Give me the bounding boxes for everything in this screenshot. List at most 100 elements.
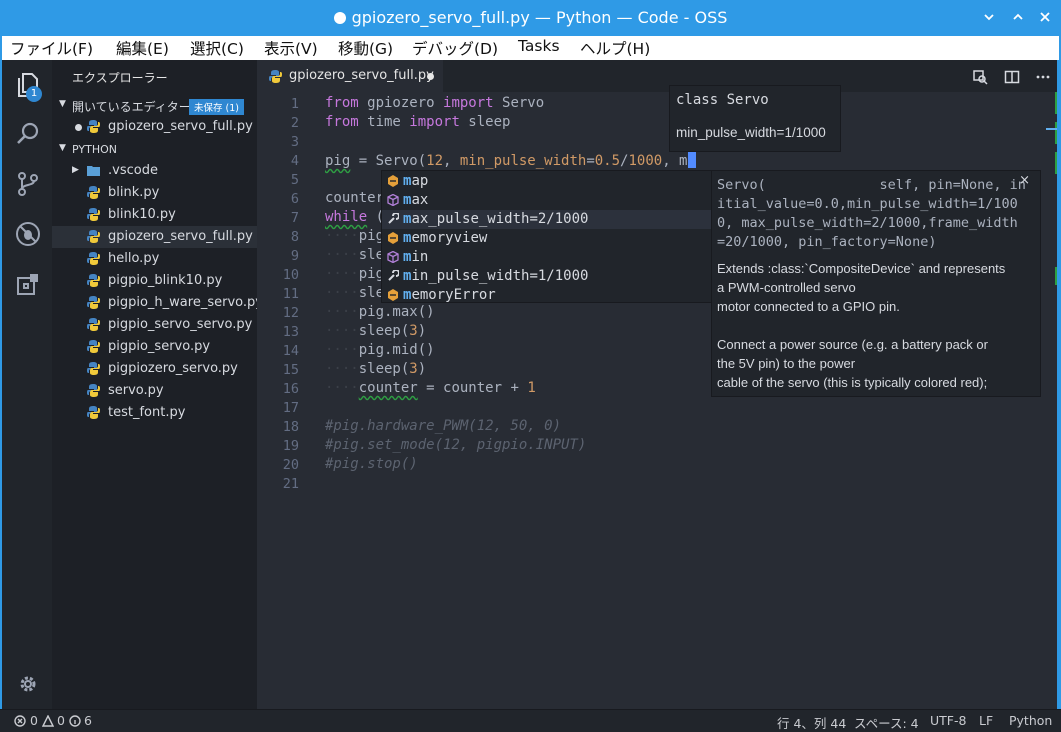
- end-of-line[interactable]: LF: [979, 713, 993, 728]
- menu-edit[interactable]: 編集(E): [116, 37, 169, 59]
- line-number: 1: [290, 96, 299, 112]
- line-number: 7: [290, 210, 299, 226]
- hover-tooltip: class Servo min_pulse_width=1/1000: [669, 85, 841, 152]
- unsaved-dot-icon[interactable]: [427, 73, 434, 80]
- suggestion-item[interactable]: max: [382, 191, 711, 210]
- error-count[interactable]: 0: [30, 713, 38, 728]
- suggestion-item[interactable]: min: [382, 248, 711, 267]
- open-editor-item[interactable]: gpiozero_servo_full.py: [52, 116, 257, 138]
- code-line: ····pig: [325, 228, 385, 244]
- folder-python-section[interactable]: ▼ PYTHON: [52, 138, 257, 160]
- suggestion-item[interactable]: memoryview: [382, 229, 711, 248]
- function-icon: [388, 175, 398, 187]
- language-mode[interactable]: Python: [1009, 713, 1052, 728]
- suggestion-item[interactable]: map: [382, 172, 711, 191]
- extensions-icon[interactable]: [14, 270, 42, 298]
- source-control-icon[interactable]: [14, 170, 42, 198]
- menu-debug[interactable]: デバッグ(D): [412, 37, 498, 59]
- info-icon[interactable]: [69, 715, 81, 727]
- menu-selection[interactable]: 選択(C): [190, 37, 244, 59]
- file-item[interactable]: pigpio_servo_servo.py: [52, 314, 257, 336]
- line-number: 6: [290, 191, 299, 207]
- warning-icon[interactable]: [42, 715, 54, 727]
- line-number: 19: [282, 438, 299, 454]
- minimize-icon[interactable]: [982, 10, 996, 24]
- line-number: 9: [290, 248, 299, 264]
- open-changes-icon[interactable]: [972, 69, 988, 85]
- file-item[interactable]: blink10.py: [52, 204, 257, 226]
- file-item[interactable]: pigpio_servo.py: [52, 336, 257, 358]
- code-line: ····pig.max(): [325, 304, 435, 320]
- suggestion-item[interactable]: min_pulse_width=1/1000: [382, 267, 711, 286]
- tab-gpiozero-servo-full[interactable]: gpiozero_servo_full.py: [257, 60, 443, 92]
- line-number: 21: [282, 476, 299, 492]
- info-count[interactable]: 6: [84, 713, 92, 728]
- python-file-icon: [87, 230, 100, 243]
- code-line: ····pig: [325, 266, 385, 282]
- code-line: ····counter = counter + 1: [325, 380, 536, 396]
- code-line: ····sleep(3): [325, 361, 427, 377]
- code-line: while (: [325, 209, 385, 225]
- split-editor-icon[interactable]: [1004, 69, 1020, 85]
- file-item[interactable]: test_font.py: [52, 402, 257, 424]
- file-item[interactable]: blink.py: [52, 182, 257, 204]
- line-number: 2: [290, 115, 299, 131]
- python-file-icon: [87, 296, 100, 309]
- menu-help[interactable]: ヘルプ(H): [580, 37, 650, 59]
- close-window-icon[interactable]: [1038, 10, 1052, 24]
- cursor-position[interactable]: 行 4、列 44: [777, 713, 846, 732]
- wrench-icon: [388, 270, 399, 281]
- file-item[interactable]: pigpiozero_servo.py: [52, 358, 257, 380]
- code-line: from gpiozero import Servo: [325, 95, 545, 111]
- menu-file[interactable]: ファイル(F): [10, 37, 93, 59]
- close-icon[interactable]: ×: [1019, 173, 1030, 188]
- line-number: 4: [290, 153, 299, 169]
- search-icon[interactable]: [14, 120, 42, 148]
- line-number: 10: [282, 267, 299, 283]
- maximize-icon[interactable]: [1011, 10, 1025, 24]
- code-line: counter: [325, 190, 385, 206]
- menu-tasks[interactable]: Tasks: [518, 37, 560, 55]
- settings-gear-icon[interactable]: [14, 670, 42, 698]
- file-item[interactable]: gpiozero_servo_full.py: [52, 226, 257, 248]
- window-border: [1057, 60, 1061, 709]
- encoding[interactable]: UTF-8: [930, 713, 966, 728]
- suggestion-item[interactable]: memoryError: [382, 286, 711, 305]
- line-number: 11: [282, 286, 299, 302]
- line-number: 13: [282, 324, 299, 340]
- chevron-down-icon: ▼: [59, 143, 66, 153]
- menu-go[interactable]: 移動(G): [338, 37, 393, 59]
- line-number: 15: [282, 362, 299, 378]
- file-item[interactable]: servo.py: [52, 380, 257, 402]
- sidebar-header: エクスプローラー: [72, 71, 168, 85]
- python-file-icon: [87, 274, 100, 287]
- code-line: ····sleep(3): [325, 323, 427, 339]
- unsaved-badge: 未保存 (1): [189, 99, 244, 115]
- line-number: 20: [282, 457, 299, 473]
- menu-view[interactable]: 表示(V): [264, 37, 318, 59]
- code-line: ····sle: [325, 247, 385, 263]
- warning-count[interactable]: 0: [57, 713, 65, 728]
- more-actions-icon[interactable]: [1035, 69, 1051, 85]
- file-item[interactable]: pigpio_h_ware_servo.py: [52, 292, 263, 314]
- line-number: 3: [290, 134, 299, 150]
- title-bar: gpiozero_servo_full.py — Python — Code -…: [0, 0, 1061, 36]
- file-item[interactable]: hello.py: [52, 248, 257, 270]
- code-line: #pig.stop(): [325, 456, 418, 472]
- file-item[interactable]: pigpio_blink10.py: [52, 270, 257, 292]
- menu-bar: ファイル(F) 編集(E) 選択(C) 表示(V) 移動(G) デバッグ(D) …: [0, 36, 1061, 60]
- chevron-down-icon: ▼: [59, 99, 66, 109]
- tab-bar: gpiozero_servo_full.py: [257, 60, 1061, 92]
- debug-icon[interactable]: [14, 220, 42, 248]
- doc-text: Extends :class:`CompositeDevice` and rep…: [717, 261, 1006, 390]
- signature-text: Servo( self, pin=None, in itial_value=0.…: [717, 177, 1026, 250]
- indentation[interactable]: スペース: 4: [854, 713, 919, 732]
- suggest-widget: map max max_pulse_width=2/1000 memoryview mi…: [381, 170, 712, 303]
- code-line: ····sle: [325, 285, 385, 301]
- suggestion-item[interactable]: max_pulse_width=2/1000: [382, 210, 711, 229]
- folder-item[interactable]: ▶ .vscode: [52, 160, 257, 182]
- open-editors-section[interactable]: ▼ 開いているエディター 未保存 (1): [52, 94, 257, 116]
- error-icon[interactable]: [14, 715, 26, 727]
- python-file-icon: [87, 186, 100, 199]
- python-file-icon: [269, 70, 282, 83]
